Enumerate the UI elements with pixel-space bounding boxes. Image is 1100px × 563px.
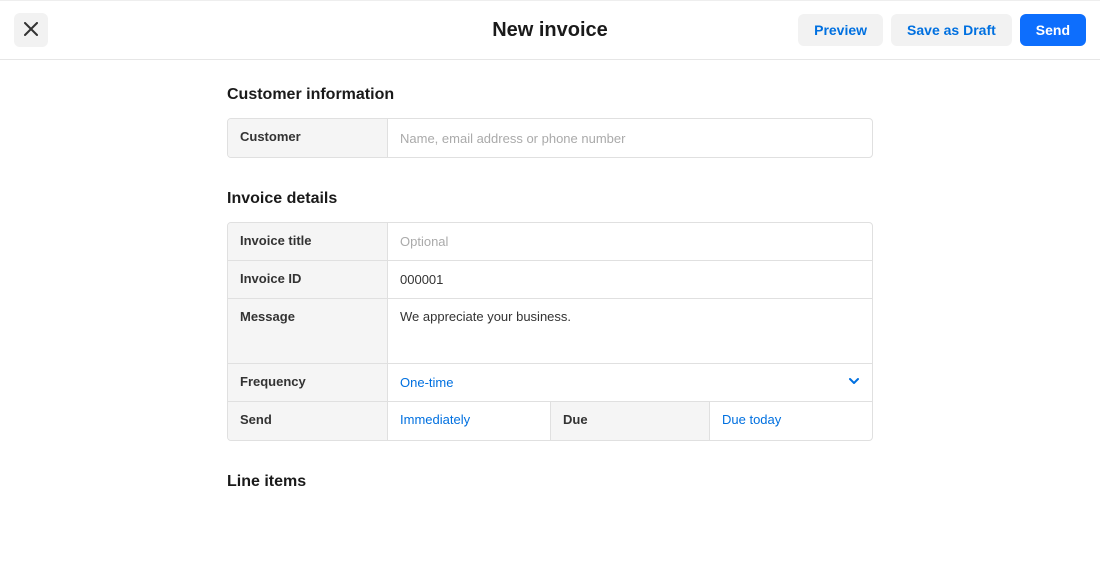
message-input[interactable] xyxy=(388,299,872,363)
customer-section: Customer information Customer xyxy=(227,86,873,158)
invoice-id-label: Invoice ID xyxy=(228,261,388,298)
customer-row: Customer xyxy=(228,119,872,157)
message-label: Message xyxy=(228,299,388,363)
send-button[interactable]: Send xyxy=(1020,14,1086,46)
invoice-id-row: Invoice ID xyxy=(228,261,872,299)
invoice-title-label: Invoice title xyxy=(228,223,388,260)
details-section-title: Invoice details xyxy=(227,190,873,208)
frequency-label: Frequency xyxy=(228,364,388,401)
customer-table: Customer xyxy=(227,118,873,158)
invoice-title-input[interactable] xyxy=(388,224,872,259)
message-row: Message xyxy=(228,299,872,364)
customer-section-title: Customer information xyxy=(227,86,873,104)
customer-input[interactable] xyxy=(388,121,872,156)
page-title: New invoice xyxy=(492,19,608,42)
due-value: Due today xyxy=(722,412,781,427)
header-actions: Preview Save as Draft Send xyxy=(798,14,1086,46)
close-button[interactable] xyxy=(14,13,48,47)
due-label: Due xyxy=(550,402,710,440)
send-due-row: Send Immediately Due Due today xyxy=(228,402,872,440)
send-label: Send xyxy=(228,402,388,440)
customer-label: Customer xyxy=(228,119,388,157)
line-items-title: Line items xyxy=(227,473,873,491)
details-section: Invoice details Invoice title Invoice ID… xyxy=(227,190,873,441)
header: New invoice Preview Save as Draft Send xyxy=(0,0,1100,60)
close-icon xyxy=(24,22,38,39)
invoice-id-input[interactable] xyxy=(388,262,872,297)
send-value: Immediately xyxy=(400,412,470,427)
line-items-section: Line items xyxy=(227,473,873,491)
frequency-select[interactable]: One-time xyxy=(388,364,872,401)
invoice-title-row: Invoice title xyxy=(228,223,872,261)
details-table: Invoice title Invoice ID Message Frequen… xyxy=(227,222,873,441)
save-draft-button[interactable]: Save as Draft xyxy=(891,14,1012,46)
send-value-select[interactable]: Immediately xyxy=(388,402,550,440)
frequency-row: Frequency One-time xyxy=(228,364,872,402)
frequency-value: One-time xyxy=(388,365,872,400)
content: Customer information Customer Invoice de… xyxy=(227,60,873,563)
preview-button[interactable]: Preview xyxy=(798,14,883,46)
due-value-select[interactable]: Due today xyxy=(710,402,872,440)
